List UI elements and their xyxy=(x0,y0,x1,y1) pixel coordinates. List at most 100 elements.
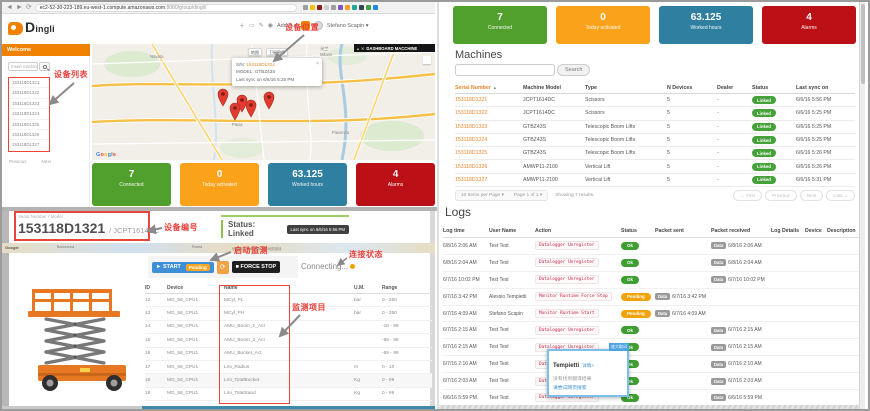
data-badge-button[interactable]: Data xyxy=(711,344,726,351)
device-list-item[interactable]: 153118D1327 xyxy=(9,140,49,150)
last-page-button[interactable]: Last → xyxy=(826,190,855,201)
column-header: Dealer xyxy=(717,85,752,91)
add-icon[interactable]: ＋ xyxy=(239,21,245,30)
machines-search-input[interactable] xyxy=(455,64,555,76)
machine-serial-link[interactable]: 153118D1327 xyxy=(455,177,523,183)
column-header: Machine Model xyxy=(523,85,585,91)
packet-received-cell: Data6/6/16 5:59 PM xyxy=(711,394,771,401)
log-row: 6/7/16 2:10 AMTest TestDatalogger Unregi… xyxy=(443,356,861,373)
packet-time: 6/6/16 5:59 PM xyxy=(728,395,762,401)
browser-extension-icon[interactable] xyxy=(324,5,329,10)
map-type-button[interactable]: 地图 xyxy=(248,48,262,56)
column-header: N Devices xyxy=(667,85,717,91)
dashboard-macchine-bar[interactable]: ▴ ✕ DASHBOARD MACCHINE xyxy=(354,44,435,52)
linked-status-badge: Linked xyxy=(752,149,776,157)
tooltip-web-search-link[interactable]: 请尝试网页搜索 xyxy=(553,384,623,391)
data-badge-button[interactable]: Data xyxy=(655,293,670,300)
machine-row: 153118D1324GTBZ43STelescopic Boom Lifts5… xyxy=(455,134,855,147)
machine-serial-link[interactable]: 153118D1323 xyxy=(455,124,523,130)
next-page-button[interactable]: Next xyxy=(800,190,823,201)
annotation-arrow-device-serial xyxy=(144,225,164,235)
map-fullscreen-button[interactable] xyxy=(423,56,431,64)
browser-reload-icon[interactable]: ⟳ xyxy=(26,4,32,11)
items-per-page-dropdown[interactable]: 10 Items per Page ▾ xyxy=(461,193,504,198)
first-page-button[interactable]: ← First xyxy=(733,190,762,201)
welcome-tab[interactable]: Welcome xyxy=(2,44,90,56)
data-badge-button[interactable]: Data xyxy=(711,378,726,385)
close-icon[interactable]: ✕ xyxy=(361,46,364,51)
device-list-item[interactable]: 153118D1326 xyxy=(9,130,49,140)
machine-model-cell: GTBZ43S xyxy=(523,150,585,156)
packet-received-cell: Data6/7/16 10:02 PM xyxy=(711,276,771,283)
data-badge-button[interactable]: Data xyxy=(711,327,726,334)
vertical-divider xyxy=(437,2,439,409)
pending-badge: Pending xyxy=(186,264,210,271)
machine-search-input[interactable] xyxy=(8,62,38,71)
machines-search-button[interactable]: Search xyxy=(557,64,590,76)
log-time-cell: 6/8/16 2:06 AM xyxy=(443,243,489,249)
browser-back-icon[interactable]: ◄ xyxy=(6,4,13,11)
device-list-item[interactable]: 153118D1324 xyxy=(9,109,49,119)
browser-extension-icon[interactable] xyxy=(359,5,364,10)
annotation-monitor-items: 监测项目 xyxy=(292,302,326,313)
machine-serial-link[interactable]: 153118D1321 xyxy=(455,97,523,103)
data-badge-button[interactable]: Data xyxy=(711,394,726,401)
browser-forward-icon[interactable]: ► xyxy=(16,4,23,11)
browser-extension-icon[interactable] xyxy=(352,5,357,10)
google-logo: Google xyxy=(96,152,116,158)
scrollbar-thumb[interactable] xyxy=(861,4,865,84)
device-list-item[interactable]: 153118D1323 xyxy=(9,99,49,109)
data-badge-button[interactable]: Data xyxy=(711,259,726,266)
edit-icon[interactable]: ✎ xyxy=(259,22,264,29)
bottom-strip-gray xyxy=(2,406,142,409)
machine-serial-link[interactable]: 153118D1324 xyxy=(455,137,523,143)
user-menu[interactable]: Stefano Scapin ▾ xyxy=(327,23,369,29)
log-status-cell: Ok xyxy=(621,276,655,284)
previous-page-button[interactable]: Previous xyxy=(765,190,797,201)
machine-dealer-cell: - xyxy=(717,137,752,143)
data-badge-button[interactable]: Data xyxy=(655,310,670,317)
device-list-item[interactable]: 153118D1322 xyxy=(9,88,49,98)
tooltip-details-link[interactable]: 详情> xyxy=(582,363,594,368)
log-time-cell: 6/6/16 5:59 PM xyxy=(443,395,489,401)
browser-extension-icon[interactable] xyxy=(345,5,350,10)
sort-icon: ▲ xyxy=(493,85,497,90)
data-badge-button[interactable]: Data xyxy=(711,276,726,283)
machine-serial-link[interactable]: 153118D1325 xyxy=(455,150,523,156)
browser-extension-icon[interactable] xyxy=(338,5,343,10)
device-list-item[interactable]: 153118D1325 xyxy=(9,120,49,130)
machine-serial-link[interactable]: 153118D1326 xyxy=(455,164,523,170)
popup-close-icon[interactable]: × xyxy=(316,60,319,68)
address-bar[interactable]: ec2-52-30-223-189.eu-west-1.compute.amaz… xyxy=(35,4,297,12)
browser-extension-icon[interactable] xyxy=(331,5,336,10)
monitor-icon[interactable]: ▭ xyxy=(249,22,255,29)
pagination-previous-link[interactable]: Previous xyxy=(9,159,27,164)
browser-extension-icon[interactable] xyxy=(373,5,378,10)
browser-extension-icon[interactable] xyxy=(366,5,371,10)
scrollbar[interactable] xyxy=(859,2,865,409)
circle-icon[interactable]: ◉ xyxy=(268,22,273,29)
browser-extension-icon[interactable] xyxy=(317,5,322,10)
column-header[interactable]: Serial Number▲ xyxy=(455,85,523,91)
force-stop-button[interactable]: ■ FORCE STOP xyxy=(232,261,281,273)
device-list-item[interactable]: 153118D1321 xyxy=(9,78,49,88)
browser-extension-icon[interactable] xyxy=(303,5,308,10)
packet-received-cell: Data6/7/16 2:10 AM xyxy=(711,361,771,368)
dingli-logo[interactable]: Dingli xyxy=(8,19,55,35)
column-header: Packet sent xyxy=(655,228,711,234)
machine-search-button[interactable] xyxy=(39,62,50,71)
table-cell: 0 - 10 xyxy=(382,365,432,370)
machine-serial-link[interactable]: 153118D1322 xyxy=(455,110,523,116)
dingli-logo-text: Dingli xyxy=(25,19,55,35)
start-button[interactable]: ► STARTPending xyxy=(152,262,214,273)
logs-title: Logs xyxy=(445,205,471,219)
machines-table-footer: 10 Items per Page ▾ Page 1 of 1 ▾ Showin… xyxy=(455,190,855,201)
pager-controls: 10 Items per Page ▾ Page 1 of 1 ▾ xyxy=(455,190,548,201)
page-dropdown[interactable]: Page 1 of 1 ▾ xyxy=(514,193,542,198)
data-badge-button[interactable]: Data xyxy=(711,242,726,249)
machines-search: Search xyxy=(455,64,590,76)
data-badge-button[interactable]: Data xyxy=(711,361,726,368)
browser-extension-icon[interactable] xyxy=(310,5,315,10)
log-row: 6/7/16 4:09 AMStefano ScapinMonitor Runt… xyxy=(443,306,861,323)
pagination-next-link[interactable]: Next xyxy=(42,159,51,164)
